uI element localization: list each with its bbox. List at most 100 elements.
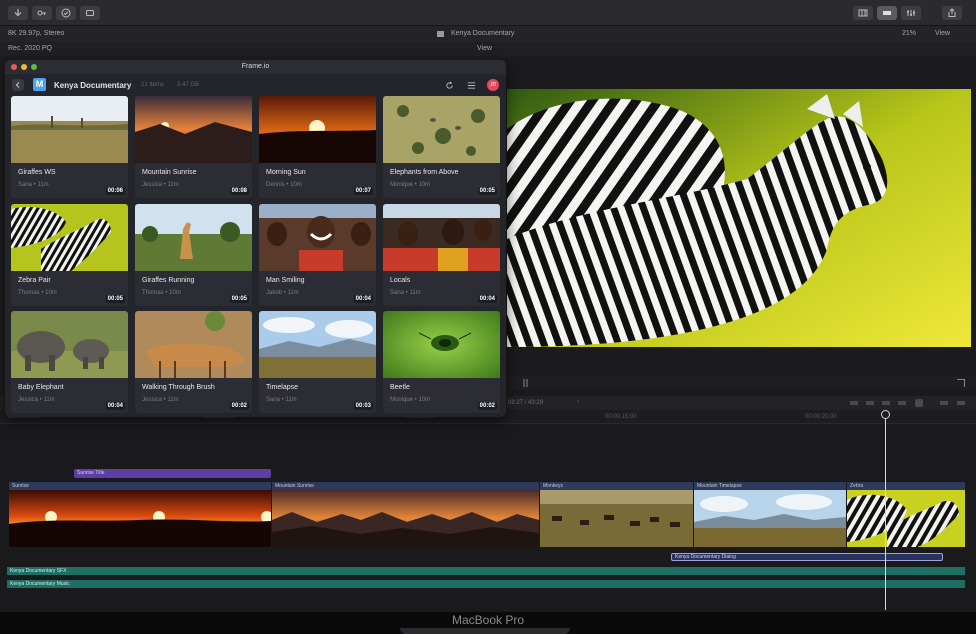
panel-title: Frame.io — [241, 63, 270, 70]
asset-thumbnail — [259, 311, 376, 378]
timeline-layout-icon[interactable] — [877, 6, 897, 20]
clip-appearance-icon[interactable] — [850, 401, 858, 405]
playhead-handle[interactable] — [881, 410, 890, 419]
pause-icon[interactable] — [523, 379, 525, 387]
clip-label: Mountain Sunrise — [272, 482, 539, 490]
asset-card[interactable]: 00:02 Beetle Monique • 10m — [383, 311, 500, 413]
asset-duration: 00:02 — [229, 402, 249, 410]
clapper-icon — [437, 31, 444, 37]
asset-card[interactable]: 00:05 Elephants from Above Monique • 10m — [383, 96, 500, 198]
skimming-icon[interactable] — [882, 401, 890, 405]
asset-thumbnail — [259, 96, 376, 163]
asset-title: Timelapse — [266, 384, 299, 391]
minimize-window-button[interactable] — [21, 64, 27, 70]
asset-thumbnail — [383, 96, 500, 163]
asset-meta: Monique • 10m — [390, 182, 431, 188]
asset-card[interactable]: 00:02 Walking Through Brush Jessica • 11… — [135, 311, 252, 413]
asset-card[interactable]: 00:07 Morning Sun Dennis • 10m — [259, 96, 376, 198]
avatar[interactable]: JD — [487, 79, 499, 91]
refresh-icon[interactable] — [443, 79, 455, 91]
solo-icon[interactable] — [915, 399, 923, 407]
asset-title: Beetle — [390, 384, 410, 391]
asset-duration: 00:04 — [477, 295, 497, 303]
check-icon[interactable] — [56, 6, 76, 20]
clip-label: Zebra — [847, 482, 965, 490]
asset-thumbnail — [383, 204, 500, 271]
timecode-display: 08:27 / 43:29 — [508, 400, 544, 406]
browser-layout-icon[interactable] — [853, 6, 873, 20]
keyword-icon[interactable] — [32, 6, 52, 20]
background-tasks-icon[interactable] — [80, 6, 100, 20]
viewer-sub-bar: Rec. 2020 PQ View — [0, 42, 976, 56]
asset-meta: Sana • 11m — [390, 290, 421, 296]
panel-header: M Kenya Documentary 21 Items 3.47 GB JD — [5, 74, 506, 96]
chevron-right-icon[interactable]: › — [577, 399, 579, 405]
viewer — [505, 56, 976, 396]
asset-duration: 00:08 — [229, 187, 249, 195]
video-clip-mountain-timelapse[interactable] — [694, 490, 846, 547]
inspector-layout-icon[interactable] — [901, 6, 921, 20]
asset-thumbnail — [259, 204, 376, 271]
asset-duration: 00:05 — [105, 295, 125, 303]
sfx-audio-lane[interactable]: Kenya Documentary SFX — [7, 567, 965, 575]
asset-duration: 00:02 — [477, 402, 497, 410]
panel-titlebar: Frame.io — [5, 60, 506, 74]
laptop-hinge — [400, 628, 570, 634]
device-label: MacBook Pro — [451, 613, 525, 627]
asset-card[interactable]: 00:05 Giraffes Running Thomas • 10m — [135, 204, 252, 306]
asset-meta: Sana • 11m — [266, 397, 297, 403]
back-button[interactable] — [12, 79, 24, 91]
asset-card[interactable]: 00:04 Locals Sana • 11m — [383, 204, 500, 306]
clip-height-icon[interactable] — [957, 401, 965, 405]
video-clip-sunrise[interactable] — [9, 490, 271, 547]
asset-card[interactable]: 00:06 Giraffes WS Sana • 11m — [11, 96, 128, 198]
asset-card[interactable]: 00:08 Mountain Sunrise Jessica • 11m — [135, 96, 252, 198]
import-icon[interactable] — [8, 6, 28, 20]
asset-grid: 00:06 Giraffes WS Sana • 11m 00:08 Mount… — [11, 96, 503, 414]
close-window-button[interactable] — [11, 64, 17, 70]
asset-card[interactable]: 00:05 Zebra Pair Thomas • 10m — [11, 204, 128, 306]
zoom-window-button[interactable] — [31, 64, 37, 70]
asset-meta: Thomas • 10m — [18, 290, 57, 296]
fullscreen-icon[interactable] — [957, 379, 965, 387]
asset-meta: Jessica • 11m — [142, 397, 179, 403]
snapping-icon[interactable] — [866, 401, 874, 405]
viewer-controls — [505, 376, 976, 390]
asset-title: Elephants from Above — [390, 169, 459, 176]
asset-duration: 00:05 — [229, 295, 249, 303]
asset-duration: 00:04 — [105, 402, 125, 410]
video-clip-zebra[interactable] — [847, 490, 965, 547]
video-clip-monkeys[interactable] — [540, 490, 693, 547]
top-toolbar — [0, 0, 976, 26]
zoom-menu[interactable]: 21% — [902, 30, 916, 37]
view-menu[interactable]: View — [935, 30, 950, 37]
items-count: 21 Items — [141, 82, 165, 88]
asset-card[interactable]: 00:03 Timelapse Sana • 11m — [259, 311, 376, 413]
asset-meta: Jakob • 11m — [266, 290, 299, 296]
music-audio-lane[interactable]: Kenya Documentary Music — [7, 580, 965, 588]
asset-title: Giraffes WS — [18, 169, 56, 176]
asset-card[interactable]: 00:04 Baby Elephant Jessica • 11m — [11, 311, 128, 413]
asset-thumbnail — [11, 311, 128, 378]
format-label: 8K 29.97p, Stereo — [8, 30, 65, 37]
clip-label: Mountain Timelapse — [694, 482, 846, 490]
clip-label: Monkeys — [540, 482, 693, 490]
video-clip-mountain-sunrise[interactable] — [272, 490, 539, 547]
ruler-tick: 00:00:20:00 — [805, 414, 837, 420]
share-icon[interactable] — [942, 6, 962, 20]
view-menu-secondary[interactable]: View — [477, 45, 492, 52]
playhead[interactable] — [885, 412, 886, 610]
asset-meta: Jessica • 11m — [142, 182, 179, 188]
ruler-tick: 00:00:15:00 — [605, 414, 637, 420]
asset-title: Zebra Pair — [18, 277, 51, 284]
project-size: 3.47 GB — [177, 82, 200, 88]
audio-skimming-icon[interactable] — [898, 401, 906, 405]
asset-thumbnail — [11, 204, 128, 271]
asset-meta: Monique • 10m — [390, 397, 431, 403]
list-view-icon[interactable] — [465, 79, 477, 91]
dialog-audio-clip[interactable]: Kenya Documentary Dialog — [671, 553, 943, 561]
asset-thumbnail — [135, 204, 252, 271]
asset-card[interactable]: 00:04 Man Smiling Jakob • 11m — [259, 204, 376, 306]
zoom-slider-icon[interactable] — [940, 401, 948, 405]
title-clip[interactable]: Sunrise Title — [74, 469, 271, 478]
